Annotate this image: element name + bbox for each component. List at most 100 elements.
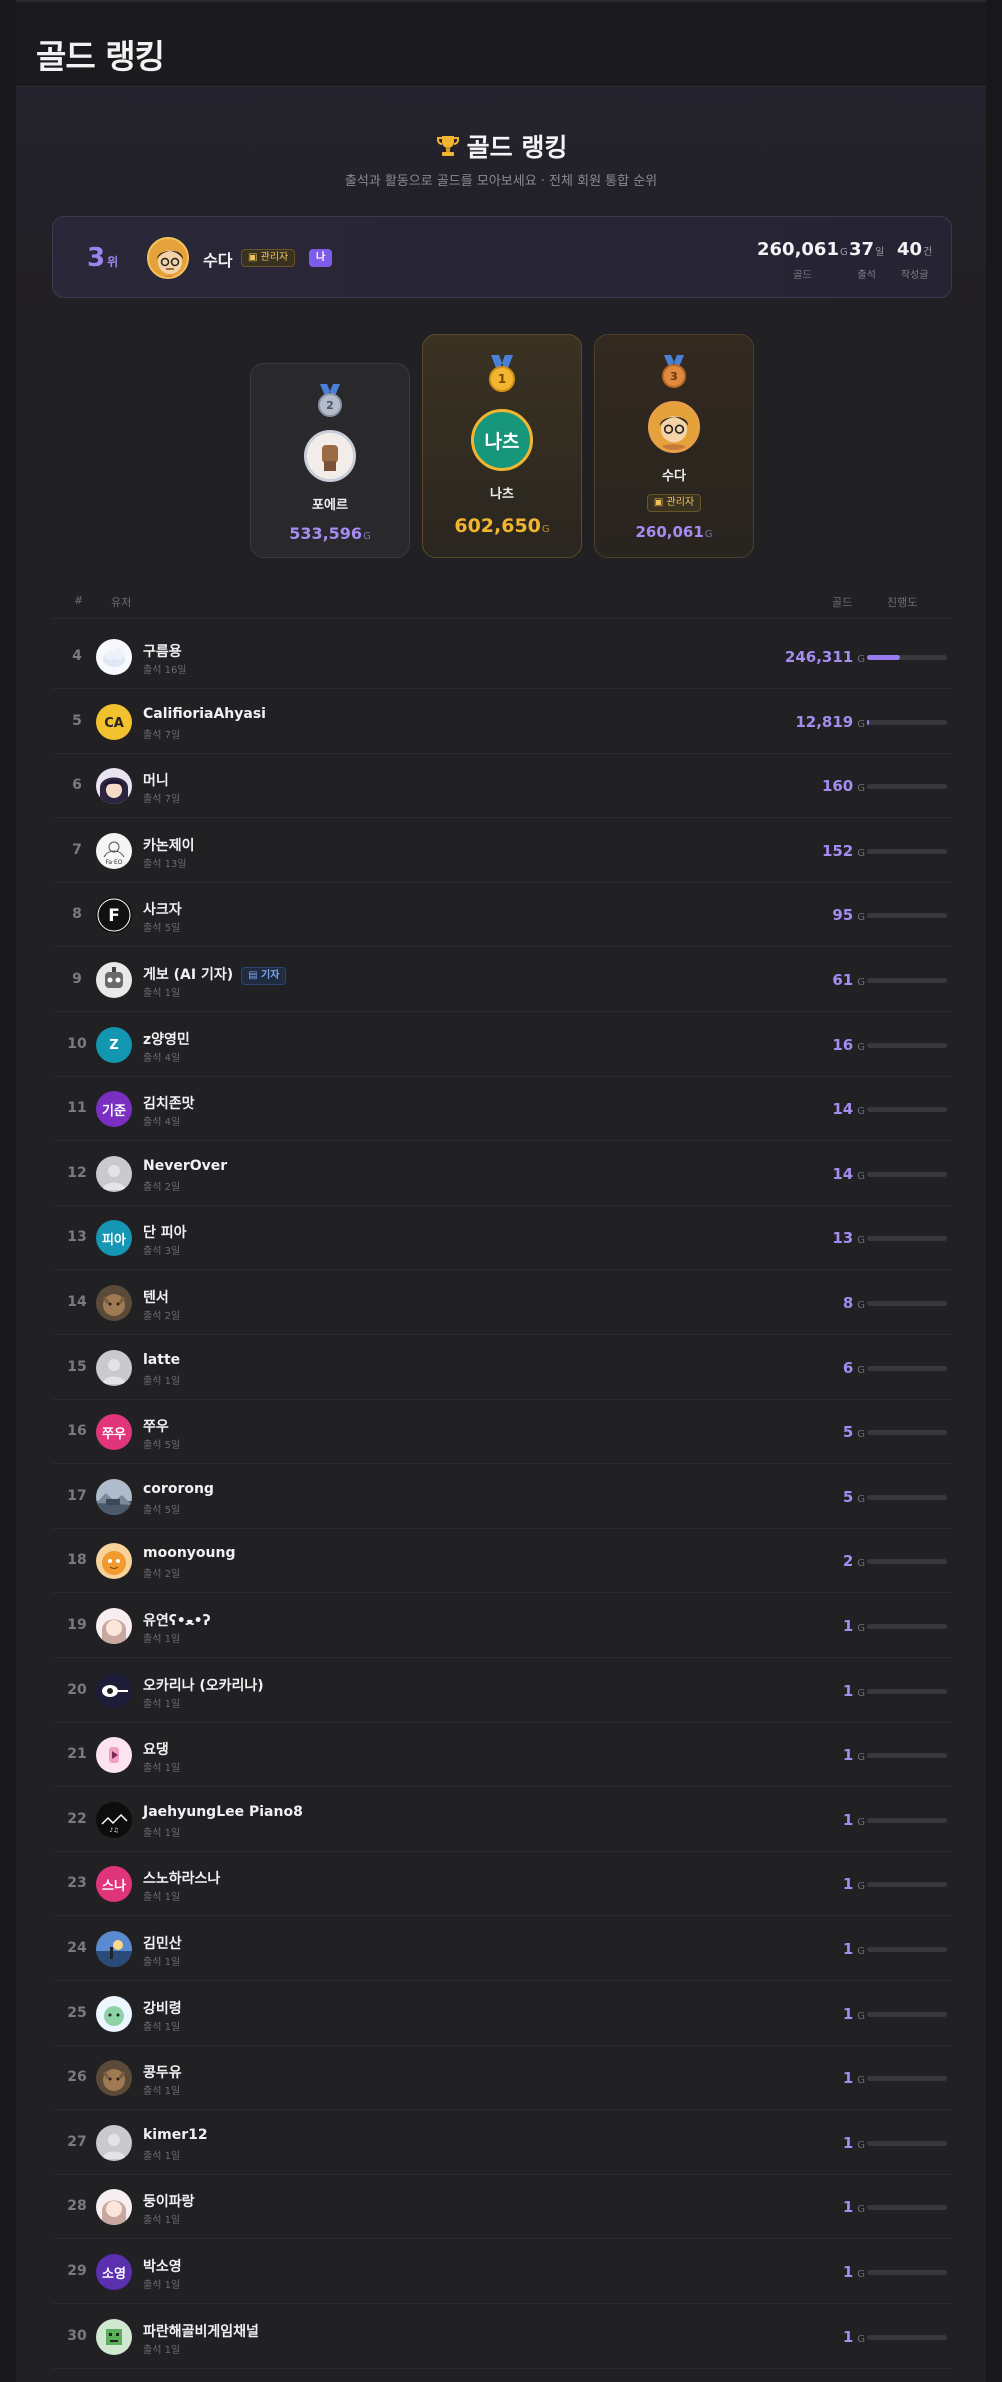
- admin-badge: ▣ 관리자: [241, 249, 296, 267]
- user-name[interactable]: kimer12: [143, 2127, 208, 2143]
- ranking-row[interactable]: 26 콩두유 출석 1일 1G: [52, 2045, 952, 2110]
- user-name[interactable]: 카논제이: [143, 835, 195, 855]
- ranking-row[interactable]: 27 kimer12 출석 1일 1G: [52, 2110, 952, 2175]
- ranking-row[interactable]: 11 기준 김치존맛 출석 4일 14 G: [52, 1076, 952, 1141]
- gold-amount: 1G: [842, 2134, 865, 2152]
- user-name[interactable]: 요댕: [143, 1739, 169, 1759]
- ranking-row[interactable]: 7 Fa·EO 카논제이 출석 13일 152 G: [52, 818, 952, 883]
- gold-amount: 246,311 G: [784, 648, 865, 666]
- ranking-row[interactable]: 22 ♪♫ JaehyungLee Piano8 출석 1일 1G: [52, 1787, 952, 1852]
- progress-bar: [867, 1689, 947, 1694]
- user-avatar: [96, 1285, 132, 1321]
- gold-amount: 8G: [842, 1294, 865, 1312]
- svg-text:3: 3: [670, 370, 678, 383]
- row-rank: 29: [67, 2263, 87, 2279]
- user-name[interactable]: 오카리나 (오카리나): [143, 1675, 264, 1695]
- attendance-days: 출석 1일: [143, 1634, 181, 1645]
- ranking-row[interactable]: 14 텐서 출석 2일 8G: [52, 1270, 952, 1335]
- ranking-row[interactable]: 30 파란해골비게임채널 출석 1일 1G: [52, 2304, 952, 2369]
- ranking-row[interactable]: 19 유연ʕ•ﻌ•ʔ 출석 1일 1G: [52, 1593, 952, 1658]
- ranking-row[interactable]: 12 NeverOver 출석 2일 14 G: [52, 1141, 952, 1206]
- user-name[interactable]: moonyoung: [143, 1545, 236, 1561]
- attendance-days: 출석 1일: [143, 1699, 181, 1710]
- my-ranking-card[interactable]: 3위 수다 ▣ 관리자 나 260,061G 골드 37일 출석 40건 작성글: [52, 216, 952, 298]
- ranking-row[interactable]: 23 스나 스노하라스나 출석 1일 1G: [52, 1851, 952, 1916]
- user-name[interactable]: 박소영: [143, 2256, 182, 2276]
- user-name[interactable]: 콩두유: [143, 2062, 182, 2082]
- user-name[interactable]: 단 피아: [143, 1222, 187, 1242]
- user-name[interactable]: 김치존맛: [143, 1093, 195, 1113]
- ranking-row[interactable]: 24 김민산 출석 1일 1G: [52, 1916, 952, 1981]
- document-icon: ▤: [248, 970, 262, 981]
- progress-bar: [867, 1624, 947, 1629]
- user-name[interactable]: 구름용: [143, 641, 182, 661]
- podium-second[interactable]: 2 포에르 533,596G: [250, 363, 410, 558]
- ranking-row[interactable]: 18 moonyoung 출석 2일 2G: [52, 1528, 952, 1593]
- ranking-row[interactable]: 10 Z z양영민 출석 4일 16 G: [52, 1012, 952, 1077]
- progress-bar: [867, 849, 947, 854]
- user-avatar: [96, 1350, 132, 1386]
- trophy-icon: [436, 136, 459, 156]
- ranking-row[interactable]: 20 오카리나 (오카리나) 출석 1일 1G: [52, 1658, 952, 1723]
- gold-amount: 6G: [842, 1359, 865, 1377]
- podium-third-name: 수다: [662, 469, 686, 484]
- user-name[interactable]: 쭈우: [143, 1416, 169, 1436]
- ranking-row[interactable]: 5 CA CalifioriaAhyasi 출석 7일 12,819 G: [52, 689, 952, 754]
- user-name[interactable]: 사크자: [143, 899, 182, 919]
- ranking-row[interactable]: 28 둥이파랑 출석 1일 1G: [52, 2174, 952, 2239]
- row-rank: 24: [67, 1940, 87, 1956]
- user-name[interactable]: cororong: [143, 1481, 214, 1497]
- user-name[interactable]: 스노하라스나: [143, 1868, 220, 1888]
- attendance-days: 출석 5일: [143, 1505, 181, 1516]
- ranking-row[interactable]: 16 쭈우 쭈우 출석 5일 5G: [52, 1399, 952, 1464]
- user-name[interactable]: 파란해골비게임채널: [143, 2321, 259, 2341]
- ranking-row[interactable]: 9 게보 (AI 기자) ▤ 기자 출석 1일 61 G: [52, 947, 952, 1012]
- user-name[interactable]: 강비령: [143, 1998, 182, 2018]
- podium-third[interactable]: 3 수다 ▣ 관리자 260,061G: [594, 334, 754, 558]
- podium-second-name: 포에르: [312, 498, 348, 513]
- gold-amount: 1G: [842, 1746, 865, 1764]
- ranking-row[interactable]: 21 요댕 출석 1일 1G: [52, 1722, 952, 1787]
- ranking-row[interactable]: 6 머니 출석 7일 160 G: [52, 753, 952, 818]
- user-avatar: CA: [96, 704, 132, 740]
- gold-amount: 16 G: [832, 1036, 865, 1054]
- podium-second-avatar: [304, 430, 356, 482]
- col-gold: 골드: [832, 596, 853, 609]
- user-name[interactable]: 텐서: [143, 1287, 169, 1307]
- ranking-row[interactable]: 25 강비령 출석 1일 1G: [52, 1981, 952, 2046]
- user-name[interactable]: z양영민: [143, 1029, 190, 1049]
- page-title: 골드 랭킹: [36, 37, 165, 76]
- row-rank: 23: [67, 1875, 87, 1891]
- row-rank: 22: [67, 1811, 87, 1827]
- user-avatar: 피아: [96, 1220, 132, 1256]
- user-avatar: [96, 1156, 132, 1192]
- user-avatar: [96, 962, 132, 998]
- ranking-row[interactable]: 8 F 사크자 출석 5일 95 G: [52, 882, 952, 947]
- user-name[interactable]: CalifioriaAhyasi: [143, 706, 266, 722]
- user-name[interactable]: latte: [143, 1352, 180, 1368]
- gold-amount: 5G: [842, 1423, 865, 1441]
- ranking-row[interactable]: 15 latte 출석 1일 6G: [52, 1335, 952, 1400]
- user-name[interactable]: NeverOver: [143, 1158, 227, 1174]
- user-name[interactable]: 머니: [143, 770, 169, 790]
- me-badge: 나: [309, 249, 333, 267]
- user-name[interactable]: 유연ʕ•ﻌ•ʔ: [143, 1610, 211, 1630]
- hero-title-text: 골드 랭킹: [466, 133, 568, 162]
- ranking-row[interactable]: 29 소영 박소영 출석 1일 1G: [52, 2239, 952, 2304]
- attendance-days: 출석 1일: [143, 1892, 181, 1903]
- user-name[interactable]: 김민산: [143, 1933, 182, 1953]
- attendance-days: 출석 2일: [143, 1569, 181, 1580]
- podium-first[interactable]: 1 나츠 나츠 602,650G: [422, 334, 582, 558]
- gold-amount: 61 G: [832, 971, 865, 989]
- ranking-row[interactable]: 4 구름용 출석 16일 246,311 G: [52, 624, 952, 689]
- user-avatar: F: [96, 897, 132, 933]
- gold-amount: 5G: [842, 1488, 865, 1506]
- user-name[interactable]: 게보 (AI 기자) ▤ 기자: [143, 964, 287, 985]
- ranking-row[interactable]: 13 피아 단 피아 출석 3일 13 G: [52, 1205, 952, 1270]
- user-avatar: [96, 2060, 132, 2096]
- ranking-row[interactable]: 17 cororong 출석 5일 5G: [52, 1464, 952, 1529]
- attendance-days: 출석 1일: [143, 1763, 181, 1774]
- user-name[interactable]: JaehyungLee Piano8: [143, 1804, 303, 1820]
- user-avatar: [96, 1479, 132, 1515]
- user-name[interactable]: 둥이파랑: [143, 2191, 195, 2211]
